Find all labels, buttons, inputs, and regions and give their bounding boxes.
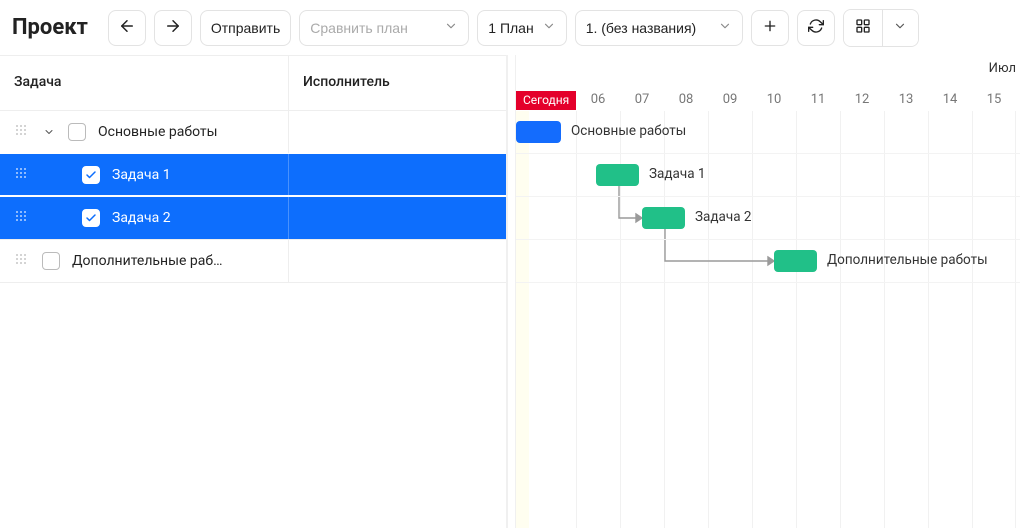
task-cell[interactable]: Задача 1 [0, 154, 289, 196]
task-name: Задача 2 [112, 210, 171, 226]
drag-handle-icon[interactable] [16, 211, 30, 225]
view-switcher [843, 9, 919, 47]
drag-handle-icon[interactable] [16, 254, 30, 268]
gantt-bar-label: Дополнительные работы [827, 252, 988, 268]
table-row[interactable]: Дополнительные раб… [0, 240, 506, 283]
table-row[interactable]: Задача 1 [0, 152, 506, 197]
row-checkbox[interactable] [68, 123, 86, 141]
task-table: Задача Исполнитель Основные работы Задача… [0, 55, 506, 528]
gantt-bar-label: Задача 1 [649, 166, 705, 182]
compare-plan-placeholder: Сравнить план [310, 20, 408, 36]
refresh-icon [808, 18, 824, 37]
chevron-down-icon [542, 19, 556, 36]
gantt-bar[interactable]: Основные работы [516, 121, 561, 143]
gantt-month-label: Июл [989, 61, 1016, 76]
drag-handle-icon[interactable] [16, 168, 30, 182]
gantt-bar[interactable]: Задача 2 [642, 207, 685, 229]
arrow-left-icon [118, 17, 136, 38]
gantt-day-label: 11 [796, 92, 840, 107]
table-row[interactable]: Основные работы [0, 111, 506, 154]
scenario-select-label: 1. (без названия) [586, 20, 697, 36]
row-checkbox[interactable] [82, 166, 100, 184]
col-header-assignee[interactable]: Исполнитель [289, 56, 506, 110]
gantt-row: Задача 2 [516, 197, 1020, 240]
task-cell[interactable]: Основные работы [0, 111, 289, 153]
plan-select[interactable]: 1 План [477, 10, 566, 46]
gantt-day-label: 06 [576, 92, 620, 107]
drag-handle-icon[interactable] [16, 125, 30, 139]
gantt-body[interactable]: Основные работыЗадача 1Задача 2Дополните… [516, 111, 1020, 528]
plan-select-label: 1 План [488, 20, 533, 36]
assignee-cell[interactable] [289, 154, 506, 196]
row-checkbox[interactable] [82, 209, 100, 227]
grid-icon [855, 18, 871, 37]
gantt-day-label: 08 [664, 92, 708, 107]
chevron-down-icon [893, 19, 907, 36]
task-name: Основные работы [98, 124, 218, 140]
col-header-task[interactable]: Задача [0, 56, 289, 110]
task-cell[interactable]: Задача 2 [0, 197, 289, 239]
table-header: Задача Исполнитель [0, 55, 506, 111]
chevron-down-icon [444, 19, 458, 36]
send-button-label: Отправить [211, 20, 280, 36]
back-button[interactable] [108, 10, 146, 46]
assignee-cell[interactable] [289, 111, 506, 153]
compare-plan-select[interactable]: Сравнить план [299, 10, 469, 46]
pane-splitter[interactable] [506, 55, 516, 528]
forward-button[interactable] [154, 10, 192, 46]
gantt-day-label: 10 [752, 92, 796, 107]
row-checkbox[interactable] [42, 252, 60, 270]
gantt-bar[interactable]: Дополнительные работы [774, 250, 817, 272]
add-button[interactable] [751, 10, 789, 46]
task-cell[interactable]: Дополнительные раб… [0, 240, 289, 282]
scenario-select[interactable]: 1. (без названия) [575, 10, 743, 46]
arrow-right-icon [164, 17, 182, 38]
assignee-cell[interactable] [289, 197, 506, 239]
chevron-down-icon[interactable] [42, 125, 56, 139]
gantt-row: Дополнительные работы [516, 240, 1020, 283]
task-name: Дополнительные раб… [72, 253, 222, 269]
assignee-cell[interactable] [289, 240, 506, 282]
gantt-row: Основные работы [516, 111, 1020, 154]
gantt-day-label: 13 [884, 92, 928, 107]
gantt-header: Июл 06070809101112131415 Сегодня [516, 55, 1020, 111]
gantt-day-label: 09 [708, 92, 752, 107]
gantt-chart[interactable]: Июл 06070809101112131415 Сегодня Основны… [516, 55, 1020, 528]
send-button[interactable]: Отправить [200, 10, 291, 46]
refresh-button[interactable] [797, 10, 835, 46]
gantt-row: Задача 1 [516, 154, 1020, 197]
gantt-bar[interactable]: Задача 1 [596, 164, 639, 186]
page-title: Проект [12, 15, 88, 40]
toolbar: Проект Отправить Сравнить план 1 План 1.… [0, 0, 1020, 55]
gantt-day-label: 12 [840, 92, 884, 107]
gantt-day-label: 07 [620, 92, 664, 107]
gantt-day-label: 14 [928, 92, 972, 107]
gantt-bar-label: Основные работы [571, 123, 686, 139]
gantt-bar-label: Задача 2 [695, 209, 751, 225]
chevron-down-icon [718, 19, 732, 36]
gantt-day-label: 15 [972, 92, 1016, 107]
today-badge[interactable]: Сегодня [516, 91, 576, 110]
grid-view-button[interactable] [844, 10, 882, 46]
gantt-days: 06070809101112131415 [576, 92, 1020, 107]
table-row[interactable]: Задача 2 [0, 195, 506, 240]
task-name: Задача 1 [112, 167, 171, 183]
view-more-button[interactable] [882, 10, 918, 46]
plus-icon [762, 18, 778, 37]
content: Задача Исполнитель Основные работы Задача… [0, 55, 1020, 528]
